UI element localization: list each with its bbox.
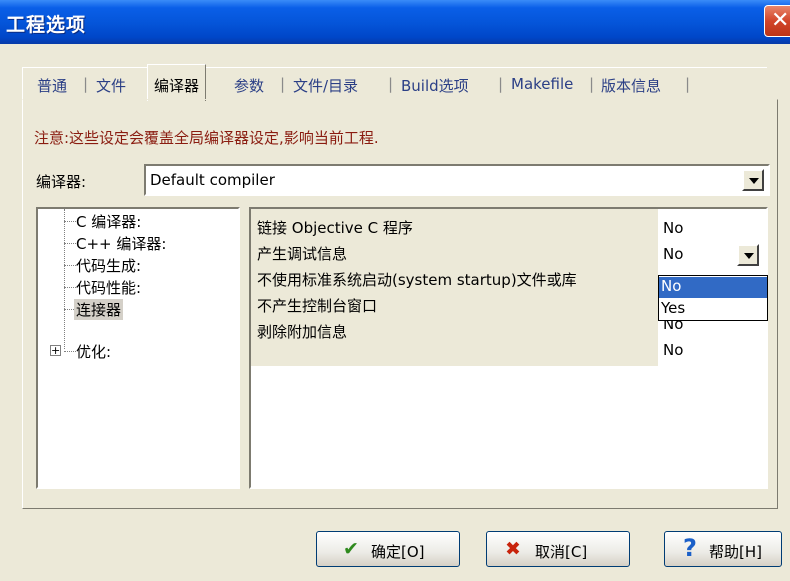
- ok-button[interactable]: ✔ 确定[O]: [316, 531, 460, 567]
- property-name[interactable]: 产生调试信息: [257, 243, 347, 264]
- compiler-select-value: Default compiler: [150, 171, 275, 189]
- cancel-button[interactable]: ✖ 取消[C]: [486, 531, 630, 567]
- override-notice: 注意:这些设定会覆盖全局编译器设定,影响当前工程.: [34, 129, 379, 147]
- tab-compiler[interactable]: 编译器: [147, 64, 207, 101]
- dropdown-option-no[interactable]: No: [659, 277, 767, 298]
- compiler-select[interactable]: Default compiler: [144, 164, 770, 196]
- tab-parameters[interactable]: 参数: [234, 75, 264, 96]
- close-button[interactable]: ✕: [764, 5, 790, 37]
- tree-item-optimization[interactable]: 优化:: [76, 341, 111, 362]
- property-value[interactable]: No: [663, 219, 683, 237]
- property-name[interactable]: 不使用标准系统启动(system startup)文件或库: [257, 269, 577, 290]
- window-title: 工程选项: [6, 14, 87, 36]
- check-icon: ✔: [343, 538, 359, 560]
- tree-connector: [64, 209, 65, 349]
- tree-connector: [64, 221, 76, 222]
- tab-separator: |: [498, 75, 504, 93]
- property-name[interactable]: 不产生控制台窗口: [257, 295, 377, 316]
- chevron-down-icon: [749, 178, 759, 184]
- tree-connector: [64, 265, 76, 266]
- cancel-button-label: 取消[C]: [535, 543, 588, 561]
- tree-item-cpp-compiler[interactable]: C++ 编译器:: [76, 233, 166, 254]
- tree-item-c-compiler[interactable]: C 编译器:: [76, 211, 141, 232]
- property-value[interactable]: No: [663, 341, 683, 359]
- tab-makefile[interactable]: Makefile: [511, 75, 573, 93]
- compiler-label: 编译器:: [36, 173, 87, 191]
- settings-tree: C 编译器: C++ 编译器: 代码生成: 代码性能: 连接器 + 优化:: [36, 207, 240, 489]
- tree-connector: [64, 243, 76, 244]
- tree-item-code-generation[interactable]: 代码生成:: [76, 255, 141, 276]
- tab-general[interactable]: 普通: [37, 75, 67, 96]
- tab-files[interactable]: 文件: [96, 75, 126, 96]
- chevron-down-icon: [744, 253, 754, 259]
- x-icon: ✖: [505, 538, 521, 560]
- tab-separator: |: [83, 75, 89, 93]
- tab-separator: |: [685, 75, 691, 93]
- question-icon: ?: [683, 534, 697, 562]
- property-name[interactable]: 链接 Objective C 程序: [257, 217, 413, 238]
- help-button-label: 帮助[H]: [709, 543, 762, 561]
- tree-connector: [64, 351, 76, 352]
- title-bar: 工程选项 ✕: [0, 0, 790, 44]
- dropdown-option-yes[interactable]: Yes: [659, 299, 767, 320]
- tab-directories[interactable]: 文件/目录: [293, 75, 358, 96]
- tab-separator: |: [280, 75, 286, 93]
- property-dropdown-button[interactable]: [737, 244, 759, 266]
- property-name[interactable]: 剥除附加信息: [257, 321, 347, 342]
- project-options-dialog: 工程选项 ✕ 普通 | 文件 编译器 参数 | 文件/目录 | Build选项 …: [0, 0, 790, 581]
- tab-version-info[interactable]: 版本信息: [601, 75, 661, 96]
- plus-icon[interactable]: +: [50, 345, 61, 356]
- property-value-editing[interactable]: No: [663, 245, 683, 263]
- value-dropdown-list: No Yes: [658, 275, 768, 321]
- tab-separator: |: [388, 75, 394, 93]
- property-grid: 链接 Objective C 程序 No 产生调试信息 No 不使用标准系统启动…: [249, 207, 768, 489]
- compiler-dropdown-button[interactable]: [742, 169, 764, 191]
- tab-strip: 普通 | 文件 编译器 参数 | 文件/目录 | Build选项 | Makef…: [22, 64, 767, 101]
- tab-separator: |: [589, 75, 595, 93]
- tab-build-options[interactable]: Build选项: [401, 75, 469, 96]
- close-icon: ✕: [771, 8, 790, 33]
- tree-connector: [64, 287, 76, 288]
- help-button[interactable]: ? 帮助[H]: [664, 531, 782, 567]
- tree-item-code-profiling[interactable]: 代码性能:: [76, 277, 141, 298]
- tree-item-linker[interactable]: 连接器: [74, 299, 124, 320]
- ok-button-label: 确定[O]: [371, 543, 425, 561]
